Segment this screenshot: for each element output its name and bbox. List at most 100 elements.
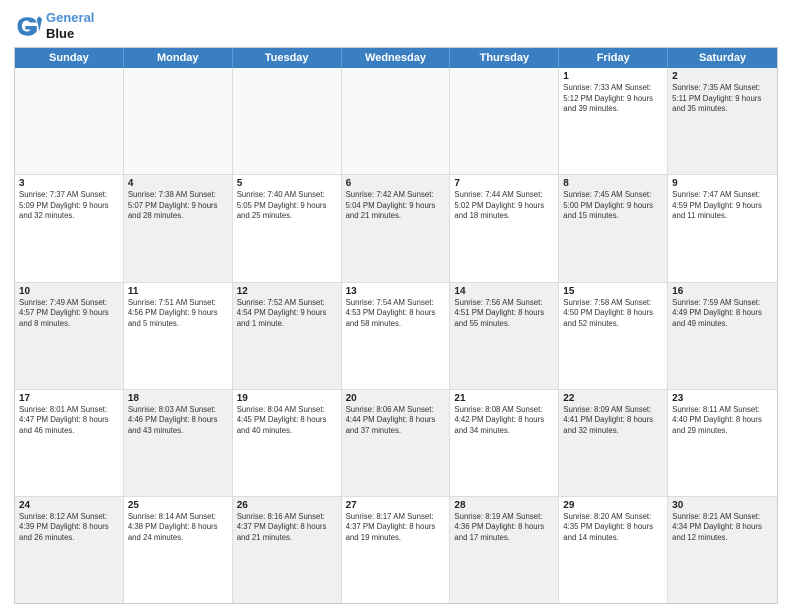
calendar-cell-empty-0-4 [450,68,559,174]
cell-detail: Sunrise: 7:40 AM Sunset: 5:05 PM Dayligh… [237,190,337,222]
calendar: SundayMondayTuesdayWednesdayThursdayFrid… [14,47,778,604]
header: General Blue [14,10,778,41]
calendar-cell-3: 3Sunrise: 7:37 AM Sunset: 5:09 PM Daylig… [15,175,124,281]
cell-detail: Sunrise: 8:04 AM Sunset: 4:45 PM Dayligh… [237,405,337,437]
calendar-cell-empty-0-3 [342,68,451,174]
day-number: 15 [563,286,663,297]
cell-detail: Sunrise: 7:59 AM Sunset: 4:49 PM Dayligh… [672,298,773,330]
calendar-cell-12: 12Sunrise: 7:52 AM Sunset: 4:54 PM Dayli… [233,283,342,389]
cell-detail: Sunrise: 7:47 AM Sunset: 4:59 PM Dayligh… [672,190,773,222]
calendar-row-2: 10Sunrise: 7:49 AM Sunset: 4:57 PM Dayli… [15,283,777,390]
day-number: 7 [454,178,554,189]
day-number: 29 [563,500,663,511]
calendar-cell-empty-0-1 [124,68,233,174]
calendar-body: 1Sunrise: 7:33 AM Sunset: 5:12 PM Daylig… [15,68,777,603]
cell-detail: Sunrise: 8:20 AM Sunset: 4:35 PM Dayligh… [563,512,663,544]
header-day-thursday: Thursday [450,48,559,68]
calendar-cell-11: 11Sunrise: 7:51 AM Sunset: 4:56 PM Dayli… [124,283,233,389]
cell-detail: Sunrise: 8:03 AM Sunset: 4:46 PM Dayligh… [128,405,228,437]
cell-detail: Sunrise: 8:09 AM Sunset: 4:41 PM Dayligh… [563,405,663,437]
calendar-cell-15: 15Sunrise: 7:58 AM Sunset: 4:50 PM Dayli… [559,283,668,389]
cell-detail: Sunrise: 7:58 AM Sunset: 4:50 PM Dayligh… [563,298,663,330]
cell-detail: Sunrise: 8:01 AM Sunset: 4:47 PM Dayligh… [19,405,119,437]
day-number: 22 [563,393,663,404]
cell-detail: Sunrise: 7:33 AM Sunset: 5:12 PM Dayligh… [563,83,663,115]
calendar-cell-24: 24Sunrise: 8:12 AM Sunset: 4:39 PM Dayli… [15,497,124,603]
calendar-cell-26: 26Sunrise: 8:16 AM Sunset: 4:37 PM Dayli… [233,497,342,603]
day-number: 27 [346,500,446,511]
cell-detail: Sunrise: 7:52 AM Sunset: 4:54 PM Dayligh… [237,298,337,330]
calendar-cell-20: 20Sunrise: 8:06 AM Sunset: 4:44 PM Dayli… [342,390,451,496]
header-day-tuesday: Tuesday [233,48,342,68]
day-number: 12 [237,286,337,297]
cell-detail: Sunrise: 8:11 AM Sunset: 4:40 PM Dayligh… [672,405,773,437]
cell-detail: Sunrise: 8:19 AM Sunset: 4:36 PM Dayligh… [454,512,554,544]
day-number: 11 [128,286,228,297]
day-number: 14 [454,286,554,297]
calendar-cell-empty-0-2 [233,68,342,174]
cell-detail: Sunrise: 8:21 AM Sunset: 4:34 PM Dayligh… [672,512,773,544]
cell-detail: Sunrise: 7:38 AM Sunset: 5:07 PM Dayligh… [128,190,228,222]
calendar-cell-23: 23Sunrise: 8:11 AM Sunset: 4:40 PM Dayli… [668,390,777,496]
header-day-sunday: Sunday [15,48,124,68]
calendar-cell-5: 5Sunrise: 7:40 AM Sunset: 5:05 PM Daylig… [233,175,342,281]
cell-detail: Sunrise: 8:08 AM Sunset: 4:42 PM Dayligh… [454,405,554,437]
calendar-cell-21: 21Sunrise: 8:08 AM Sunset: 4:42 PM Dayli… [450,390,559,496]
calendar-cell-6: 6Sunrise: 7:42 AM Sunset: 5:04 PM Daylig… [342,175,451,281]
calendar-cell-16: 16Sunrise: 7:59 AM Sunset: 4:49 PM Dayli… [668,283,777,389]
calendar-cell-empty-0-0 [15,68,124,174]
day-number: 25 [128,500,228,511]
day-number: 17 [19,393,119,404]
cell-detail: Sunrise: 8:12 AM Sunset: 4:39 PM Dayligh… [19,512,119,544]
day-number: 6 [346,178,446,189]
calendar-cell-1: 1Sunrise: 7:33 AM Sunset: 5:12 PM Daylig… [559,68,668,174]
logo: General Blue [14,10,94,41]
day-number: 21 [454,393,554,404]
day-number: 5 [237,178,337,189]
calendar-cell-28: 28Sunrise: 8:19 AM Sunset: 4:36 PM Dayli… [450,497,559,603]
page: General Blue SundayMondayTuesdayWednesda… [0,0,792,612]
day-number: 19 [237,393,337,404]
cell-detail: Sunrise: 7:45 AM Sunset: 5:00 PM Dayligh… [563,190,663,222]
calendar-cell-22: 22Sunrise: 8:09 AM Sunset: 4:41 PM Dayli… [559,390,668,496]
calendar-cell-25: 25Sunrise: 8:14 AM Sunset: 4:38 PM Dayli… [124,497,233,603]
day-number: 1 [563,71,663,82]
calendar-cell-18: 18Sunrise: 8:03 AM Sunset: 4:46 PM Dayli… [124,390,233,496]
cell-detail: Sunrise: 8:06 AM Sunset: 4:44 PM Dayligh… [346,405,446,437]
day-number: 23 [672,393,773,404]
calendar-row-3: 17Sunrise: 8:01 AM Sunset: 4:47 PM Dayli… [15,390,777,497]
cell-detail: Sunrise: 7:35 AM Sunset: 5:11 PM Dayligh… [672,83,773,115]
cell-detail: Sunrise: 8:16 AM Sunset: 4:37 PM Dayligh… [237,512,337,544]
cell-detail: Sunrise: 7:44 AM Sunset: 5:02 PM Dayligh… [454,190,554,222]
header-day-saturday: Saturday [668,48,777,68]
day-number: 3 [19,178,119,189]
calendar-cell-14: 14Sunrise: 7:56 AM Sunset: 4:51 PM Dayli… [450,283,559,389]
calendar-row-4: 24Sunrise: 8:12 AM Sunset: 4:39 PM Dayli… [15,497,777,603]
day-number: 4 [128,178,228,189]
cell-detail: Sunrise: 7:37 AM Sunset: 5:09 PM Dayligh… [19,190,119,222]
cell-detail: Sunrise: 7:56 AM Sunset: 4:51 PM Dayligh… [454,298,554,330]
calendar-row-1: 3Sunrise: 7:37 AM Sunset: 5:09 PM Daylig… [15,175,777,282]
day-number: 30 [672,500,773,511]
calendar-cell-9: 9Sunrise: 7:47 AM Sunset: 4:59 PM Daylig… [668,175,777,281]
day-number: 20 [346,393,446,404]
logo-text: General Blue [46,10,94,41]
calendar-cell-2: 2Sunrise: 7:35 AM Sunset: 5:11 PM Daylig… [668,68,777,174]
day-number: 2 [672,71,773,82]
calendar-cell-30: 30Sunrise: 8:21 AM Sunset: 4:34 PM Dayli… [668,497,777,603]
day-number: 9 [672,178,773,189]
day-number: 24 [19,500,119,511]
calendar-cell-7: 7Sunrise: 7:44 AM Sunset: 5:02 PM Daylig… [450,175,559,281]
calendar-cell-27: 27Sunrise: 8:17 AM Sunset: 4:37 PM Dayli… [342,497,451,603]
cell-detail: Sunrise: 8:14 AM Sunset: 4:38 PM Dayligh… [128,512,228,544]
cell-detail: Sunrise: 8:17 AM Sunset: 4:37 PM Dayligh… [346,512,446,544]
cell-detail: Sunrise: 7:54 AM Sunset: 4:53 PM Dayligh… [346,298,446,330]
day-number: 8 [563,178,663,189]
header-day-friday: Friday [559,48,668,68]
calendar-header: SundayMondayTuesdayWednesdayThursdayFrid… [15,48,777,68]
cell-detail: Sunrise: 7:49 AM Sunset: 4:57 PM Dayligh… [19,298,119,330]
calendar-cell-29: 29Sunrise: 8:20 AM Sunset: 4:35 PM Dayli… [559,497,668,603]
calendar-cell-4: 4Sunrise: 7:38 AM Sunset: 5:07 PM Daylig… [124,175,233,281]
calendar-cell-10: 10Sunrise: 7:49 AM Sunset: 4:57 PM Dayli… [15,283,124,389]
calendar-cell-19: 19Sunrise: 8:04 AM Sunset: 4:45 PM Dayli… [233,390,342,496]
